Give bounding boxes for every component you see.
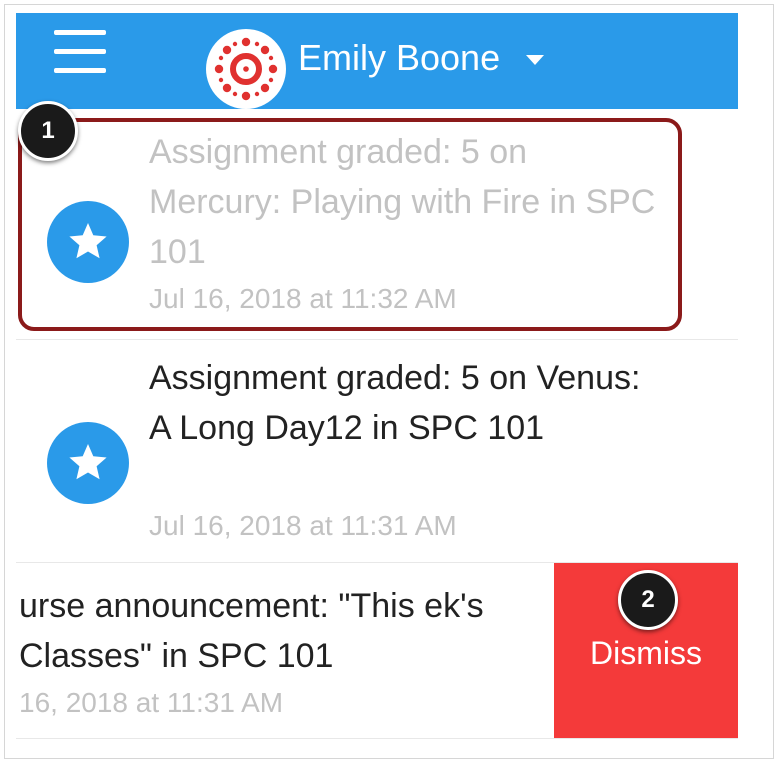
nav-bar: Emily Boone (16, 13, 738, 109)
notification-date: Jul 16, 2018 at 11:31 AM (149, 510, 457, 541)
caret-down-icon[interactable] (526, 55, 544, 65)
callout-badge-2: 2 (618, 570, 678, 630)
callout-badge-1: 1 (18, 101, 78, 161)
star-icon (47, 422, 129, 504)
notification-date: 16, 2018 at 11:31 AM (19, 687, 284, 718)
hamburger-icon[interactable] (54, 28, 106, 76)
highlight-box (18, 118, 682, 331)
notification-item-2[interactable]: Assignment graded: 5 on Venus: A Long Da… (16, 340, 738, 562)
dismiss-label: Dismiss (590, 635, 702, 671)
canvas-logo-icon (206, 29, 286, 109)
divider (16, 738, 738, 739)
notification-title: urse announcement: "This ek's Classes" i… (19, 587, 484, 675)
notification-title: Assignment graded: 5 on Venus: A Long Da… (149, 359, 641, 447)
user-name-dropdown[interactable]: Emily Boone (298, 36, 500, 80)
